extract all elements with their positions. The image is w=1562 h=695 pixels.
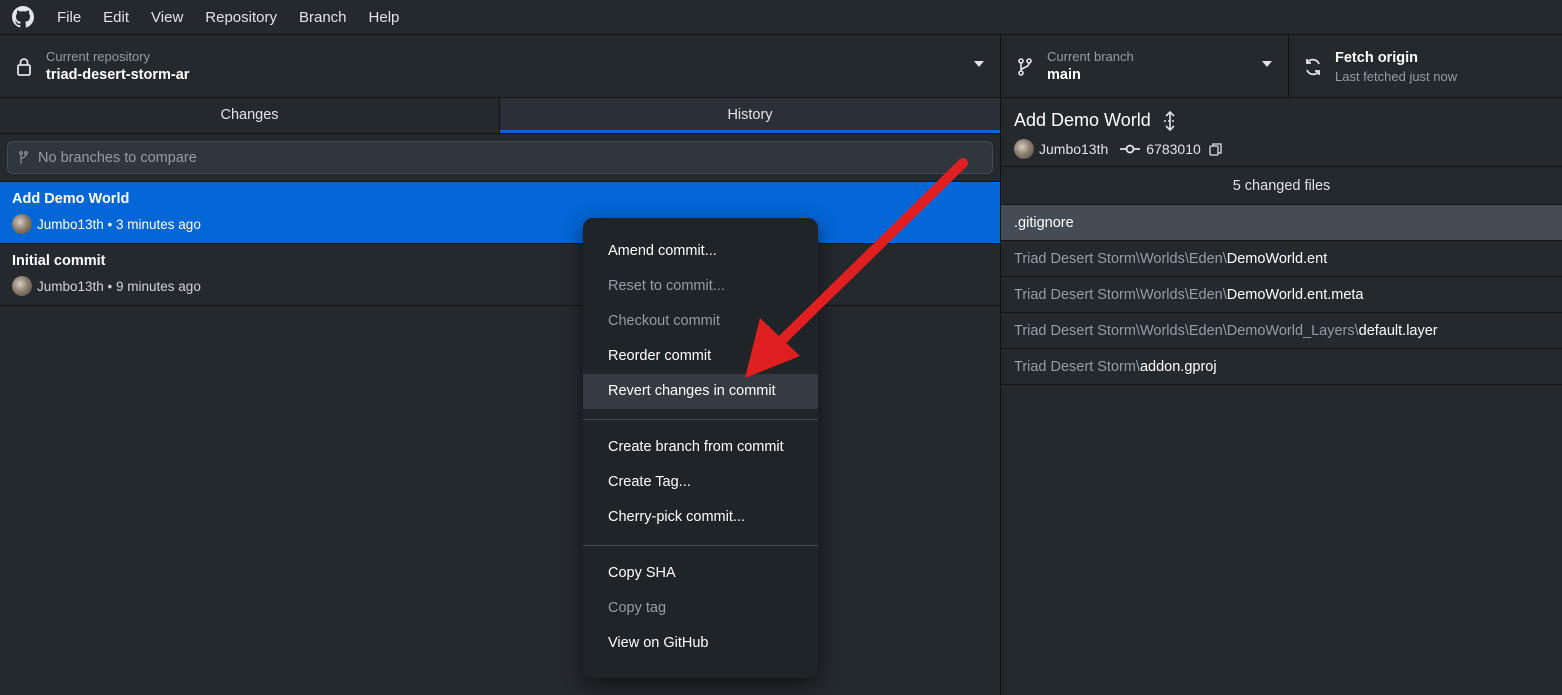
commit-title: Add Demo World — [12, 191, 130, 207]
commit-details-pane: Add Demo World Jumbo13th 6783010 5 chang… — [1001, 98, 1562, 695]
menu-view[interactable]: View — [140, 0, 194, 35]
avatar — [12, 214, 32, 234]
commit-sha: 6783010 — [1146, 141, 1201, 157]
menu-item-copy-tag: Copy tag — [608, 600, 667, 616]
file-path: Triad Desert Storm\Worlds\Eden\DemoWorld… — [1014, 323, 1359, 339]
commit-meta: Jumbo13th • 3 minutes ago — [37, 216, 201, 232]
file-list-item[interactable]: .gitignore — [1001, 205, 1562, 241]
file-list-item[interactable]: Triad Desert Storm\Worlds\Eden\DemoWorld… — [1001, 313, 1562, 349]
menu-help[interactable]: Help — [358, 0, 411, 35]
commit-meta: Jumbo13th • 9 minutes ago — [37, 278, 201, 294]
file-path: Triad Desert Storm\Worlds\Eden\ — [1014, 251, 1227, 267]
avatar — [12, 276, 32, 296]
file-list-item[interactable]: Triad Desert Storm\Worlds\Eden\DemoWorld… — [1001, 241, 1562, 277]
commit-summary-title: Add Demo World — [1014, 110, 1151, 130]
menu-item-reset-to-commit: Reset to commit... — [608, 278, 725, 294]
tab-history[interactable]: History — [500, 98, 1000, 133]
current-branch-button[interactable]: Current branch main — [1001, 35, 1289, 98]
menu-bar: File Edit View Repository Branch Help — [0, 0, 1562, 35]
toolbar: Current repository triad-desert-storm-ar… — [0, 35, 1562, 98]
menu-divider — [583, 545, 818, 546]
commit-list-item[interactable]: Add Demo World Jumbo13th • 3 minutes ago — [0, 182, 1000, 244]
file-name: default.layer — [1358, 323, 1438, 339]
current-repository-button[interactable]: Current repository triad-desert-storm-ar — [0, 35, 1001, 98]
file-path: Triad Desert Storm\ — [1014, 359, 1140, 375]
menu-item-copy-sha[interactable]: Copy SHA — [583, 556, 818, 591]
branch-icon — [18, 151, 30, 165]
github-logo-icon — [12, 6, 34, 28]
copy-icon[interactable] — [1209, 142, 1223, 156]
commit-author: Jumbo13th — [1039, 141, 1109, 157]
tab-changes[interactable]: Changes — [0, 98, 500, 133]
changed-files-count: 5 changed files — [1001, 167, 1562, 205]
file-name: DemoWorld.ent.meta — [1226, 287, 1364, 303]
history-pane: Changes History No branches to compare A… — [0, 98, 1001, 695]
sync-icon — [1303, 57, 1323, 77]
menu-divider — [583, 419, 818, 420]
menu-item-amend-commit[interactable]: Amend commit... — [583, 234, 818, 269]
branch-label: Current branch — [1047, 49, 1134, 64]
compare-placeholder: No branches to compare — [38, 149, 197, 166]
fetch-origin-label: Fetch origin — [1335, 50, 1418, 66]
branch-compare-input[interactable]: No branches to compare — [7, 141, 993, 174]
file-list-item[interactable]: Triad Desert Storm\Worlds\Eden\DemoWorld… — [1001, 277, 1562, 313]
expand-icon[interactable] — [1161, 110, 1181, 131]
menu-item-checkout-commit: Checkout commit — [608, 313, 721, 329]
commit-list-item[interactable]: Initial commit Jumbo13th • 9 minutes ago — [0, 244, 1000, 306]
menu-item-cherry-pick[interactable]: Cherry-pick commit... — [583, 500, 818, 535]
menu-repository[interactable]: Repository — [194, 0, 288, 35]
menu-item-create-branch[interactable]: Create branch from commit — [583, 430, 818, 465]
lock-icon — [14, 57, 34, 77]
menu-item-create-tag[interactable]: Create Tag... — [583, 465, 818, 500]
commit-summary-header: Add Demo World Jumbo13th 6783010 — [1001, 98, 1562, 167]
file-name: addon.gproj — [1139, 359, 1217, 375]
commit-context-menu: Amend commit... Reset to commit... Check… — [583, 218, 818, 678]
menu-edit[interactable]: Edit — [92, 0, 140, 35]
last-fetched-text: Last fetched just now — [1335, 69, 1458, 84]
commit-title: Initial commit — [12, 253, 106, 269]
repository-name: triad-desert-storm-ar — [46, 67, 190, 83]
repository-label: Current repository — [46, 49, 151, 64]
file-name: DemoWorld.ent — [1226, 251, 1328, 267]
branch-name: main — [1047, 67, 1081, 83]
menu-branch[interactable]: Branch — [288, 0, 358, 35]
tab-bar: Changes History — [0, 98, 1000, 134]
chevron-down-icon — [1262, 61, 1272, 67]
menu-item-reorder-commit[interactable]: Reorder commit — [583, 339, 818, 374]
menu-item-revert-changes[interactable]: Revert changes in commit — [583, 374, 818, 409]
chevron-down-icon — [974, 61, 984, 67]
branch-icon — [1015, 57, 1035, 77]
file-list-item[interactable]: Triad Desert Storm\addon.gproj — [1001, 349, 1562, 385]
commit-icon — [1120, 143, 1141, 155]
file-path: Triad Desert Storm\Worlds\Eden\ — [1014, 287, 1227, 303]
fetch-origin-button[interactable]: Fetch origin Last fetched just now — [1289, 35, 1562, 98]
menu-item-view-on-github[interactable]: View on GitHub — [583, 626, 818, 661]
file-name: .gitignore — [1014, 215, 1074, 231]
avatar — [1014, 139, 1034, 159]
menu-file[interactable]: File — [46, 0, 92, 35]
